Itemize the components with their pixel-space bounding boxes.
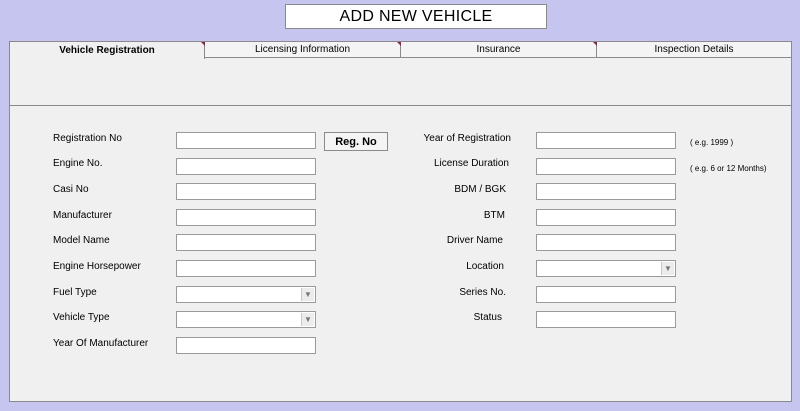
label-engine-no: Engine No. bbox=[53, 158, 103, 169]
model-name-input[interactable] bbox=[176, 234, 316, 251]
tab-strip: Vehicle Registration Licensing Informati… bbox=[10, 42, 791, 59]
tab-label: Insurance bbox=[476, 44, 521, 55]
fuel-type-select[interactable]: ▼ bbox=[176, 286, 316, 303]
label-vehicle-type: Vehicle Type bbox=[53, 312, 110, 323]
tab-vehicle-registration[interactable]: Vehicle Registration bbox=[10, 42, 205, 59]
manufacturer-input[interactable] bbox=[176, 209, 316, 226]
header-divider bbox=[10, 105, 791, 106]
label-manufacturer: Manufacturer bbox=[53, 210, 112, 221]
tab-insurance[interactable]: Insurance bbox=[401, 42, 597, 58]
license-duration-input[interactable] bbox=[536, 158, 676, 175]
label-year-of-manufacturer: Year Of Manufacturer bbox=[53, 338, 149, 349]
chevron-down-icon[interactable]: ▼ bbox=[301, 313, 314, 326]
label-bdm-bgk: BDM / BGK bbox=[454, 184, 506, 195]
engine-no-input[interactable] bbox=[176, 158, 316, 175]
page-title: ADD NEW VEHICLE bbox=[285, 4, 547, 29]
reg-no-button[interactable]: Reg. No bbox=[324, 132, 388, 151]
tab-licensing-information[interactable]: Licensing Information bbox=[205, 42, 401, 58]
label-year-of-registration: Year of Registration bbox=[423, 133, 511, 144]
label-registration-no: Registration No bbox=[53, 133, 122, 144]
tab-label: Vehicle Registration bbox=[59, 45, 155, 56]
label-status: Status bbox=[473, 312, 502, 323]
label-driver-name: Driver Name bbox=[446, 235, 503, 246]
label-license-duration: License Duration bbox=[433, 158, 509, 169]
chevron-down-icon[interactable]: ▼ bbox=[661, 262, 674, 275]
driver-name-input[interactable] bbox=[536, 234, 676, 251]
label-casi-no: Casi No bbox=[53, 184, 89, 195]
label-series-no: Series No. bbox=[459, 287, 506, 298]
engine-horsepower-input[interactable] bbox=[176, 260, 316, 277]
tab-label: Inspection Details bbox=[654, 44, 734, 55]
year-of-registration-input[interactable] bbox=[536, 132, 676, 149]
label-location: Location bbox=[466, 261, 504, 272]
bdm-bgk-input[interactable] bbox=[536, 183, 676, 200]
registration-no-input[interactable] bbox=[176, 132, 316, 149]
vehicle-form: Vehicle Registration Licensing Informati… bbox=[9, 41, 792, 402]
vehicle-type-select[interactable]: ▼ bbox=[176, 311, 316, 328]
label-engine-horsepower: Engine Horsepower bbox=[53, 261, 141, 272]
label-btm: BTM bbox=[483, 210, 505, 221]
btm-input[interactable] bbox=[536, 209, 676, 226]
tab-inspection-details[interactable]: Inspection Details bbox=[597, 42, 791, 58]
series-no-input[interactable] bbox=[536, 286, 676, 303]
license-duration-hint: ( e.g. 6 or 12 Months) bbox=[690, 164, 767, 173]
location-select[interactable]: ▼ bbox=[536, 260, 676, 277]
tab-label: Licensing Information bbox=[254, 44, 351, 55]
chevron-down-icon[interactable]: ▼ bbox=[301, 288, 314, 301]
label-model-name: Model Name bbox=[53, 235, 110, 246]
label-fuel-type: Fuel Type bbox=[53, 287, 97, 298]
year-registration-hint: ( e.g. 1999 ) bbox=[690, 138, 734, 147]
year-of-manufacturer-input[interactable] bbox=[176, 337, 316, 354]
status-input[interactable] bbox=[536, 311, 676, 328]
casi-no-input[interactable] bbox=[176, 183, 316, 200]
